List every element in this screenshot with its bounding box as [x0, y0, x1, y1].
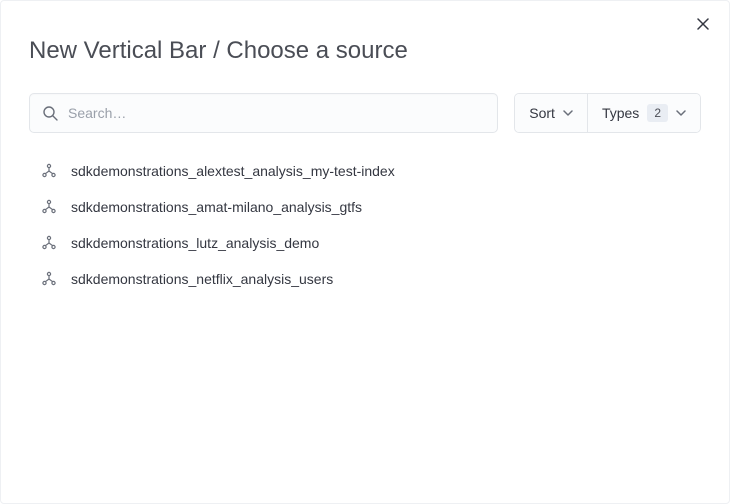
search-icon — [42, 105, 58, 121]
index-pattern-icon — [41, 199, 57, 215]
chevron-down-icon — [563, 108, 573, 118]
index-pattern-icon — [41, 163, 57, 179]
types-count-badge: 2 — [647, 104, 668, 122]
source-list: sdkdemonstrations_alextest_analysis_my-t… — [29, 149, 701, 301]
source-item[interactable]: sdkdemonstrations_netflix_analysis_users — [29, 261, 701, 297]
close-button[interactable] — [691, 13, 715, 37]
search-input[interactable] — [68, 105, 485, 121]
source-item[interactable]: sdkdemonstrations_lutz_analysis_demo — [29, 225, 701, 261]
source-item[interactable]: sdkdemonstrations_amat-milano_analysis_g… — [29, 189, 701, 225]
types-button[interactable]: Types 2 — [587, 94, 700, 132]
index-pattern-icon — [41, 271, 57, 287]
chevron-down-icon — [676, 108, 686, 118]
source-label: sdkdemonstrations_alextest_analysis_my-t… — [71, 163, 395, 179]
page-title: New Vertical Bar / Choose a source — [29, 37, 701, 65]
source-label: sdkdemonstrations_lutz_analysis_demo — [71, 235, 319, 251]
search-field-wrap[interactable] — [29, 93, 498, 133]
source-label: sdkdemonstrations_netflix_analysis_users — [71, 271, 333, 287]
filter-group: Sort Types 2 — [514, 93, 701, 133]
sort-label: Sort — [529, 105, 555, 121]
close-icon — [697, 18, 709, 33]
sort-button[interactable]: Sort — [515, 94, 587, 132]
source-item[interactable]: sdkdemonstrations_alextest_analysis_my-t… — [29, 153, 701, 189]
controls-row: Sort Types 2 — [29, 93, 701, 133]
choose-source-panel: New Vertical Bar / Choose a source Sort — [0, 0, 730, 504]
source-label: sdkdemonstrations_amat-milano_analysis_g… — [71, 199, 362, 215]
index-pattern-icon — [41, 235, 57, 251]
types-label: Types — [602, 105, 639, 121]
